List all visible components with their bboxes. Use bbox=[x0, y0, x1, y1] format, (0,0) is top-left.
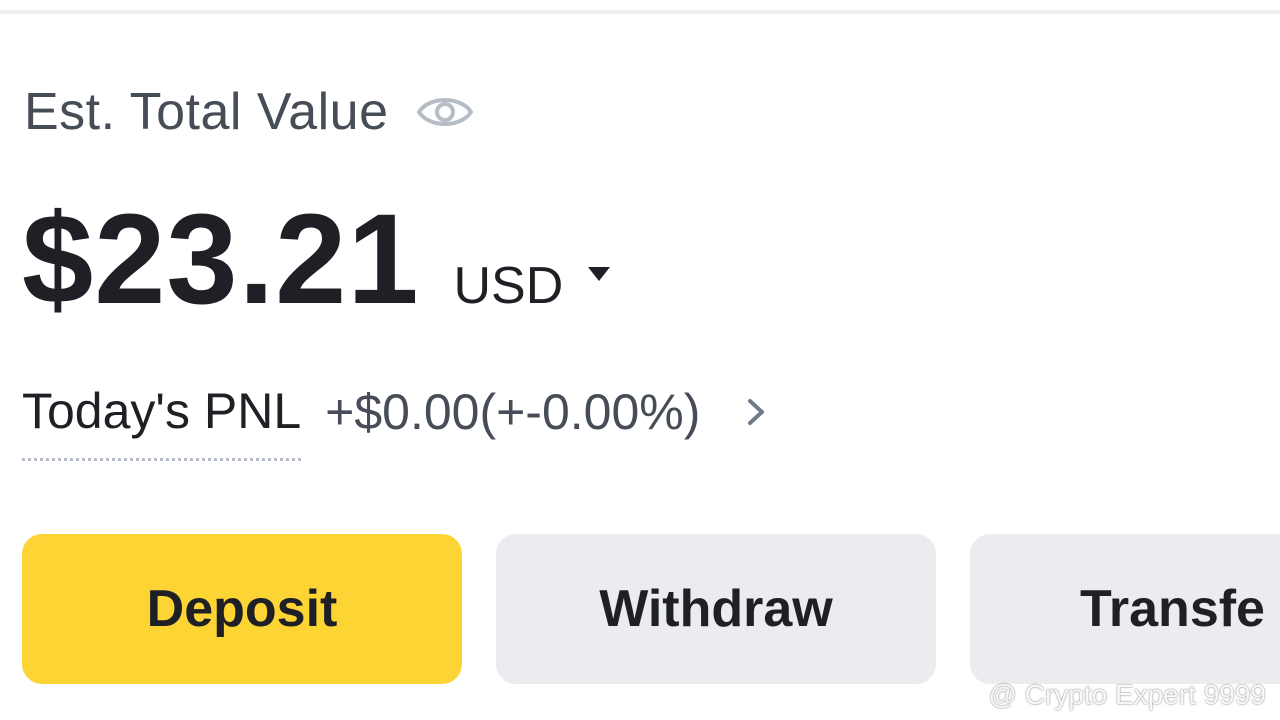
transfer-button[interactable]: Transfe bbox=[970, 534, 1280, 684]
currency-selector[interactable]: USD bbox=[454, 260, 612, 312]
total-value-header: Est. Total Value bbox=[24, 80, 475, 144]
balance-row: $23.21 USD bbox=[22, 196, 611, 326]
deposit-button[interactable]: Deposit bbox=[22, 534, 462, 684]
chevron-right-icon[interactable] bbox=[746, 397, 766, 427]
top-divider bbox=[0, 10, 1280, 14]
watermark-text: @ Crypto Expert 9999 bbox=[988, 679, 1266, 710]
caret-down-icon bbox=[587, 266, 611, 282]
todays-pnl-row[interactable]: Today's PNL +$0.00(+-0.00%) bbox=[22, 382, 766, 461]
balance-amount: $23.21 bbox=[22, 188, 420, 331]
binance-logo-icon bbox=[957, 682, 983, 708]
eye-icon[interactable] bbox=[415, 90, 475, 134]
deposit-button-label: Deposit bbox=[146, 580, 338, 638]
pnl-label[interactable]: Today's PNL bbox=[22, 382, 302, 461]
withdraw-button[interactable]: Withdraw bbox=[496, 534, 936, 684]
pnl-value: +$0.00(+-0.00%) bbox=[325, 384, 701, 440]
transfer-button-label: Transfe bbox=[1080, 580, 1265, 638]
withdraw-button-label: Withdraw bbox=[599, 580, 833, 638]
total-value-label: Est. Total Value bbox=[24, 83, 389, 141]
currency-label: USD bbox=[453, 257, 564, 315]
watermark: @ Crypto Expert 9999 bbox=[957, 678, 1266, 712]
